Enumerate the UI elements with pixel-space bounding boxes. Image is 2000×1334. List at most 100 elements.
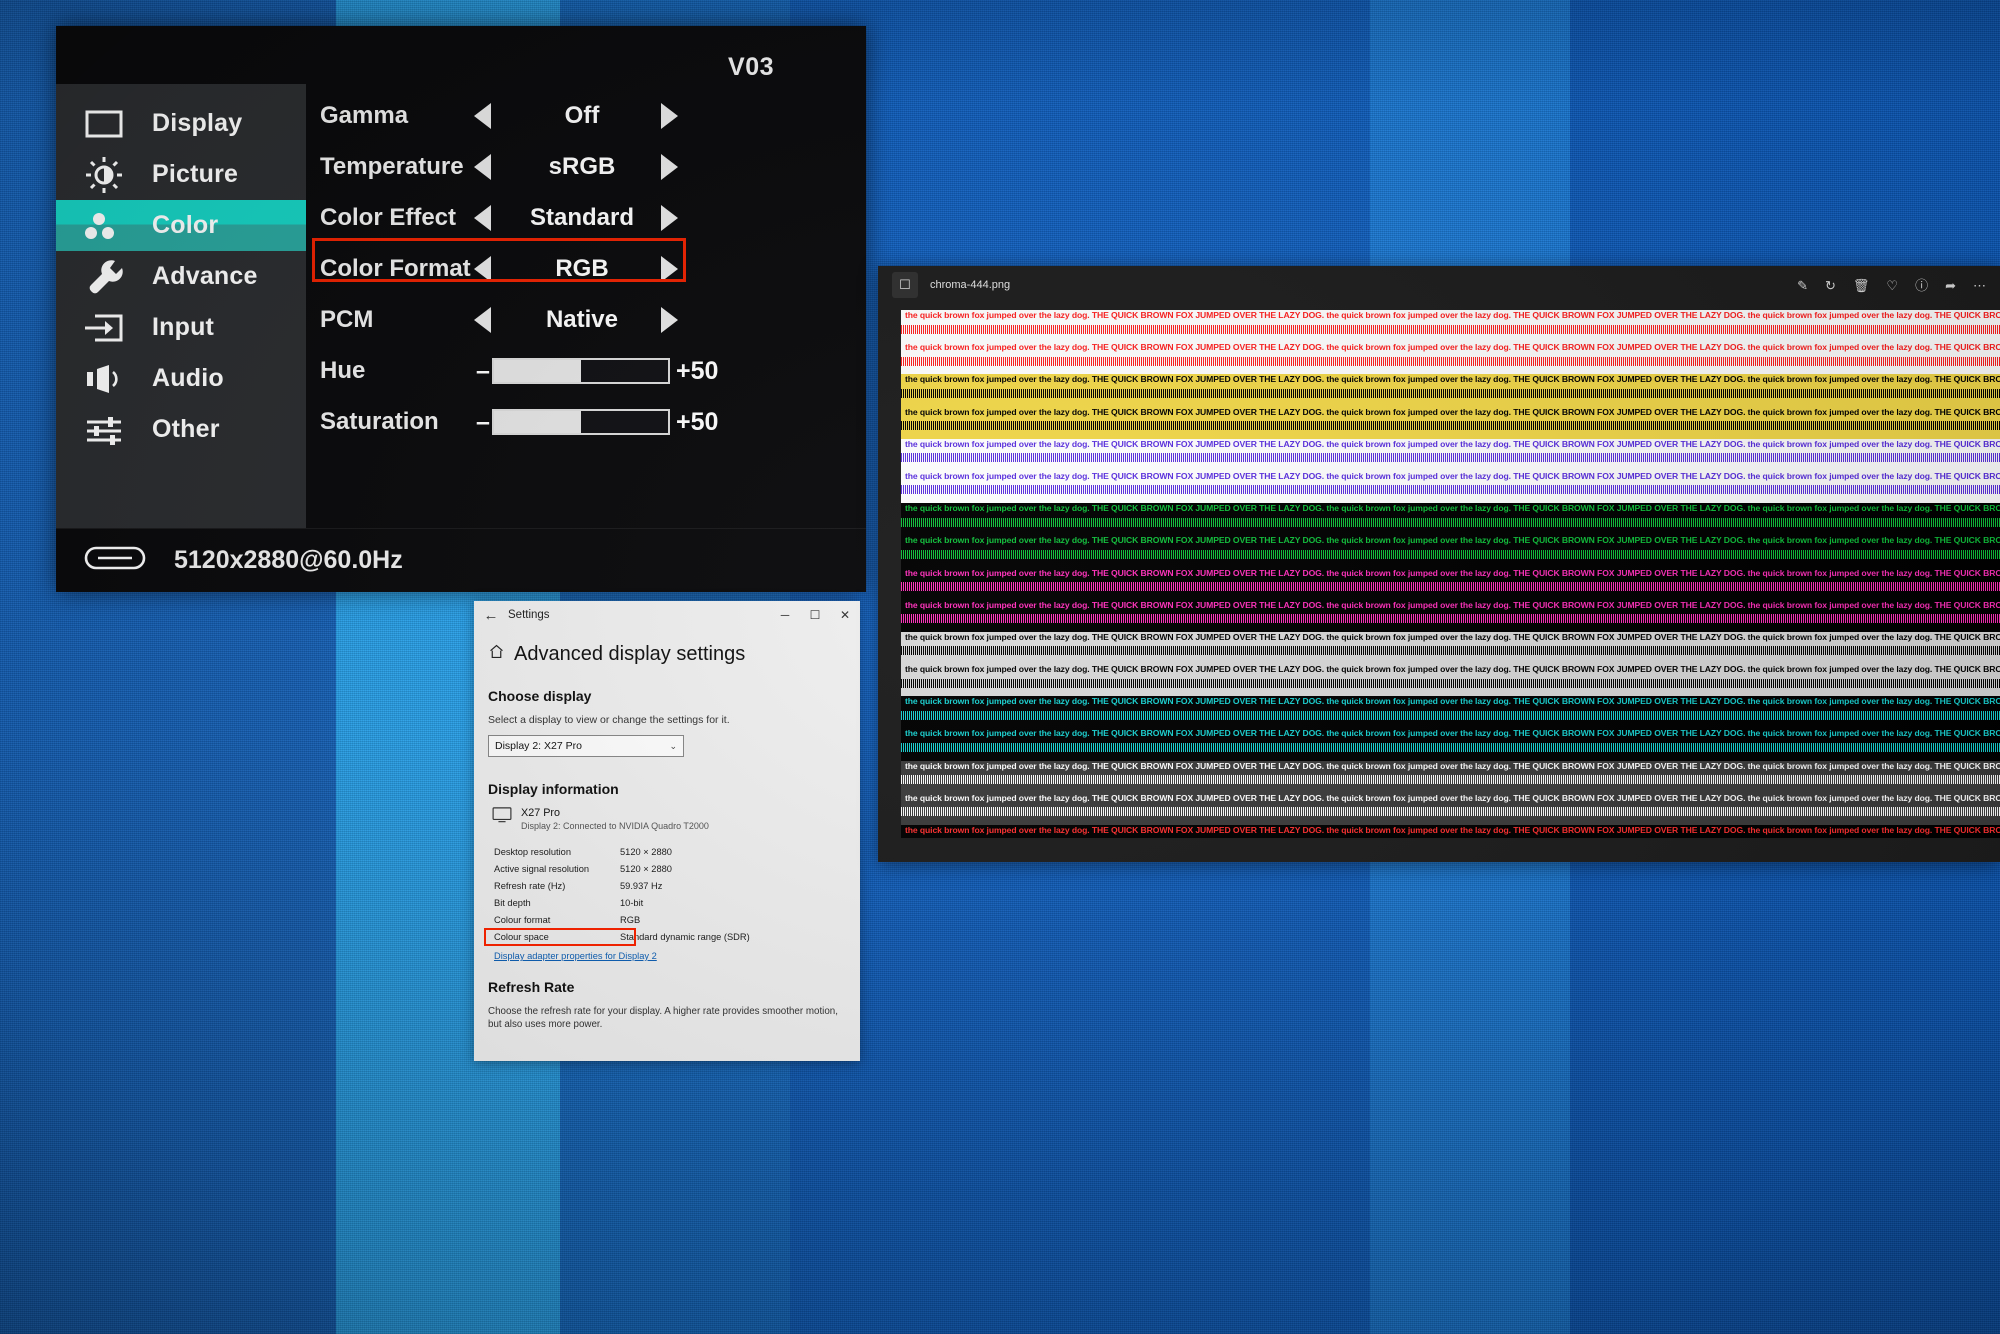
next-arrow-icon[interactable]: [661, 205, 678, 231]
osd-row-color-effect[interactable]: Color Effect Standard: [306, 193, 866, 243]
chroma-band: the quick brown fox jumped over the lazy…: [901, 471, 2000, 503]
info-value: 5120 × 2880: [620, 864, 672, 874]
info-value: 10-bit: [620, 898, 643, 908]
osd-row-hue[interactable]: Hue – +50: [306, 346, 866, 396]
chroma-band: the quick brown fox jumped over the lazy…: [901, 664, 2000, 696]
info-row-bit-depth: Bit depth 10-bit: [488, 894, 846, 911]
chroma-band-stripes: [901, 711, 2000, 720]
osd-row-value: RGB: [502, 255, 662, 283]
osd-row-saturation[interactable]: Saturation – +50: [306, 397, 866, 447]
viewer-filename: chroma-444.png: [930, 279, 1010, 291]
osd-row-gamma[interactable]: Gamma Off: [306, 91, 866, 141]
page-title: Advanced display settings: [488, 643, 846, 666]
home-icon[interactable]: [488, 643, 505, 666]
chroma-band: the quick brown fox jumped over the lazy…: [901, 374, 2000, 406]
chroma-band-text: the quick brown fox jumped over the lazy…: [901, 535, 2000, 547]
slider-fill: [494, 411, 581, 433]
osd-footer: 5120x2880@60.0Hz: [56, 528, 866, 592]
info-value: Standard dynamic range (SDR): [620, 932, 750, 942]
prev-arrow-icon[interactable]: [474, 307, 491, 333]
image-viewer-window: ☐ chroma-444.png ✎ ↻ 🗑 ♡ ⓘ ➦ ⋯ the quick…: [878, 266, 2000, 862]
rotate-icon[interactable]: ↻: [1825, 279, 1836, 292]
prev-arrow-icon[interactable]: [474, 154, 491, 180]
chroma-band-stripes: [901, 389, 2000, 398]
back-arrow-icon[interactable]: ←: [474, 607, 508, 624]
device-name: X27 Pro: [521, 807, 709, 819]
osd-row-temperature[interactable]: Temperature sRGB: [306, 142, 866, 192]
delete-icon[interactable]: 🗑: [1853, 279, 1870, 292]
osd-row-pcm[interactable]: PCM Native: [306, 295, 866, 345]
osd-row-value: sRGB: [502, 153, 662, 181]
display-adapter-properties-link[interactable]: Display adapter properties for Display 2: [494, 951, 846, 961]
settings-titlebar: ← Settings ─ ☐ ✕: [474, 601, 860, 629]
chroma-band-text: the quick brown fox jumped over the lazy…: [901, 600, 2000, 612]
next-arrow-icon[interactable]: [661, 307, 678, 333]
chroma-band: the quick brown fox jumped over the lazy…: [901, 568, 2000, 600]
minimize-button[interactable]: ─: [770, 601, 800, 629]
sidebar-item-audio[interactable]: Audio: [56, 353, 306, 404]
next-arrow-icon[interactable]: [661, 256, 678, 282]
sidebar-item-label: Input: [152, 313, 214, 342]
favorite-icon[interactable]: ♡: [1886, 279, 1898, 292]
saturation-slider[interactable]: – +50: [474, 408, 718, 437]
next-arrow-icon[interactable]: [661, 154, 678, 180]
minus-label: –: [474, 408, 492, 437]
section-subtitle: Choose the refresh rate for your display…: [488, 1005, 846, 1031]
osd-resolution-label: 5120x2880@60.0Hz: [174, 546, 403, 575]
chroma-band-stripes: [901, 743, 2000, 752]
sidebar-item-color[interactable]: Color: [56, 200, 306, 251]
sidebar-item-display[interactable]: Display: [56, 98, 306, 149]
image-app-icon: ☐: [892, 272, 918, 298]
share-icon[interactable]: ➦: [1945, 279, 1956, 292]
chroma-band-text: the quick brown fox jumped over the lazy…: [901, 503, 2000, 515]
sidebar-item-picture[interactable]: Picture: [56, 149, 306, 200]
monitor-osd-menu: V03 Display: [56, 26, 866, 592]
section-title: Refresh Rate: [488, 979, 846, 995]
chroma-band-stripes: [901, 325, 2000, 334]
brightness-icon: [56, 156, 152, 194]
section-title: Choose display: [488, 688, 846, 704]
chroma-band-text: the quick brown fox jumped over the lazy…: [901, 632, 2000, 644]
chroma-band-stripes: [901, 614, 2000, 623]
maximize-button[interactable]: ☐: [800, 601, 830, 629]
sidebar-item-label: Picture: [152, 160, 238, 189]
osd-row-color-format[interactable]: Color Format RGB: [306, 244, 866, 294]
color-dots-icon: [56, 209, 152, 243]
next-arrow-icon[interactable]: [661, 103, 678, 129]
sidebar-item-advance[interactable]: Advance: [56, 251, 306, 302]
signal-cable-icon: [84, 545, 146, 576]
chevron-down-icon: ⌄: [669, 741, 677, 752]
close-button[interactable]: ✕: [830, 601, 860, 629]
sidebar-item-input[interactable]: Input: [56, 302, 306, 353]
chroma-band-stripes: [901, 550, 2000, 559]
chroma-band: the quick brown fox jumped over the lazy…: [901, 761, 2000, 793]
section-title: Display information: [488, 781, 846, 797]
section-subtitle: Select a display to view or change the s…: [488, 714, 846, 726]
chroma-band: the quick brown fox jumped over the lazy…: [901, 632, 2000, 664]
device-connection: Display 2: Connected to NVIDIA Quadro T2…: [521, 821, 709, 831]
chroma-band-stripes: [901, 646, 2000, 655]
monitor-icon: [56, 109, 152, 139]
chroma-band: the quick brown fox jumped over the lazy…: [901, 342, 2000, 374]
slider-track[interactable]: [492, 409, 670, 435]
slider-track[interactable]: [492, 358, 670, 384]
display-select-dropdown[interactable]: Display 2: X27 Pro ⌄: [488, 735, 684, 757]
more-icon[interactable]: ⋯: [1973, 279, 1986, 292]
prev-arrow-icon[interactable]: [474, 256, 491, 282]
chroma-band-text: the quick brown fox jumped over the lazy…: [901, 728, 2000, 740]
prev-arrow-icon[interactable]: [474, 103, 491, 129]
prev-arrow-icon[interactable]: [474, 205, 491, 231]
chroma-band-text: the quick brown fox jumped over the lazy…: [901, 310, 2000, 322]
refresh-rate-section: Refresh Rate Choose the refresh rate for…: [488, 979, 846, 1031]
chroma-band: the quick brown fox jumped over the lazy…: [901, 600, 2000, 632]
chroma-band-text: the quick brown fox jumped over the lazy…: [901, 568, 2000, 580]
chroma-band-stripes: [901, 807, 2000, 816]
chroma-band: the quick brown fox jumped over the lazy…: [901, 310, 2000, 342]
info-key: Colour format: [494, 915, 620, 925]
hue-slider[interactable]: – +50: [474, 357, 718, 386]
edit-icon[interactable]: ✎: [1797, 279, 1808, 292]
info-icon[interactable]: ⓘ: [1915, 279, 1928, 292]
sidebar-item-other[interactable]: Other: [56, 404, 306, 455]
osd-row-value: Off: [502, 102, 662, 130]
chroma-band-gap: [901, 837, 2000, 839]
